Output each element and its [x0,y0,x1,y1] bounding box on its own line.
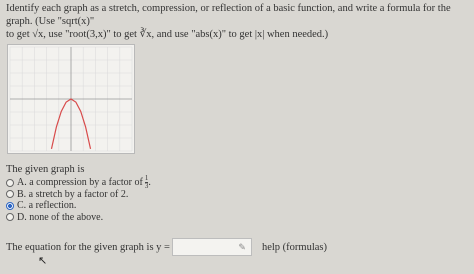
help-formulas-link[interactable]: help (formulas) [262,242,327,253]
choice-b-text: a stretch by a factor of 2. [28,188,129,200]
choice-c-text: a reflection. [28,200,77,211]
choice-b-letter: B. [17,188,27,200]
answer-row: The equation for the given graph is y = … [6,238,327,256]
choice-d-text: none of the above. [29,211,104,223]
function-graph[interactable] [7,44,135,154]
page: Identify each graph as a stretch, compre… [0,0,474,274]
choice-d[interactable]: D. none of the above. [6,212,151,223]
pencil-icon[interactable]: ✎ [238,242,246,253]
choice-a-letter: A. [17,177,27,188]
choice-c-letter: C. [17,200,27,211]
choice-a-text: a compression by a factor of [29,177,143,188]
choice-a-radio[interactable] [6,178,14,187]
choice-c-radio[interactable] [6,201,14,210]
choice-a-suffix: . [148,177,151,188]
instructions-line2: to get √x, use "root(3,x)" to get ∛x, an… [6,29,329,40]
mouse-cursor-icon: ↖ [38,255,48,267]
choice-b[interactable]: B. a stretch by a factor of 2. [6,189,151,200]
choice-d-radio[interactable] [6,213,14,221]
answer-choices: A. a compression by a factor of 1 3 . B.… [6,175,151,223]
choice-d-letter: D. [17,211,27,223]
graph-canvas [9,46,133,152]
question-text: The given graph is [6,164,85,175]
choice-b-radio[interactable] [6,190,14,198]
answer-prompt: The equation for the given graph is y = [6,241,170,253]
instructions-line1: Identify each graph as a stretch, compre… [6,3,451,27]
choice-c[interactable]: C. a reflection. [6,200,151,211]
choice-a[interactable]: A. a compression by a factor of 1 3 . [6,175,151,190]
instructions: Identify each graph as a stretch, compre… [6,2,468,41]
equation-input[interactable]: ✎ [171,238,252,256]
